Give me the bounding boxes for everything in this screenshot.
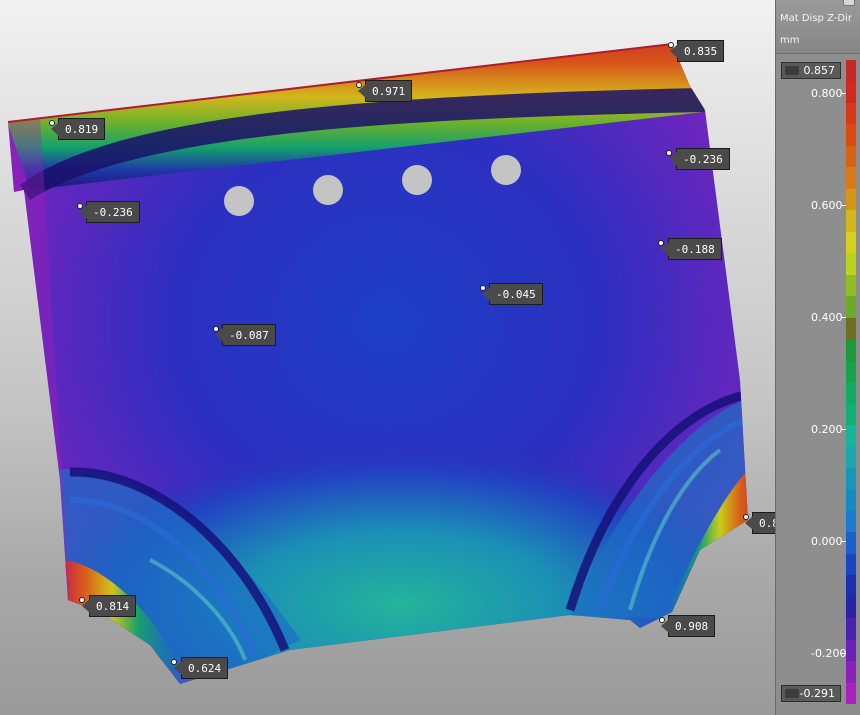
legend-color-swatch <box>846 682 856 705</box>
legend-color-swatch <box>846 403 856 425</box>
legend-header: Mat Disp Z-Dir mm <box>776 0 860 54</box>
legend-tick-mark <box>841 429 846 430</box>
probe-label[interactable]: 0.971 <box>357 80 413 102</box>
probe-label[interactable]: 0.819 <box>50 118 106 140</box>
legend-tick-mark <box>841 317 846 318</box>
legend-tick-label: 0.400 <box>811 311 843 324</box>
legend-color-swatch <box>846 446 856 468</box>
probe-label[interactable]: 0.814 <box>81 595 137 617</box>
legend-color-swatch <box>846 60 856 82</box>
legend-color-swatch <box>846 510 856 533</box>
legend-color-swatch <box>846 639 856 662</box>
hole-4 <box>491 155 521 185</box>
probe-label[interactable]: -0.087 <box>215 324 276 346</box>
probe-label[interactable]: 0.835 <box>669 40 725 62</box>
probe-label[interactable]: 0.908 <box>660 615 716 637</box>
model-viewport[interactable]: 0.835 0.971 0.819 -0.236 -0.236 -0.188 -… <box>0 0 800 715</box>
legend-color-swatch <box>846 339 856 361</box>
range-min-knob <box>785 689 799 698</box>
legend-color-swatch <box>846 145 856 168</box>
probe-label[interactable]: -0.236 <box>79 201 140 223</box>
legend-max-field[interactable]: 0.857 <box>781 62 841 79</box>
probe-label[interactable]: -0.236 <box>669 148 730 170</box>
legend-color-swatch <box>846 102 856 125</box>
legend-color-swatch <box>846 317 856 340</box>
range-max-knob <box>785 66 799 75</box>
hole-2 <box>313 175 343 205</box>
legend-color-swatch <box>846 596 856 619</box>
legend-color-swatch <box>846 253 856 275</box>
legend-unit: mm <box>780 35 800 46</box>
legend-drag-handle[interactable] <box>843 0 855 6</box>
legend-min-value: -0.291 <box>799 687 835 700</box>
legend-color-swatch <box>846 661 856 683</box>
legend-color-swatch <box>846 467 856 490</box>
legend-max-value: 0.857 <box>803 64 836 77</box>
legend-color-swatch <box>846 231 856 254</box>
legend-tick-mark <box>841 205 846 206</box>
legend-color-swatch <box>846 532 856 554</box>
legend-min-field[interactable]: -0.291 <box>781 685 841 702</box>
legend-tick-label: 0.600 <box>811 199 843 212</box>
legend-tick-mark <box>841 653 846 654</box>
legend-color-swatch <box>846 489 856 511</box>
legend-color-swatch <box>846 424 856 447</box>
legend-color-swatch <box>846 210 856 232</box>
legend-color-swatch <box>846 382 856 404</box>
probe-label[interactable]: 0.624 <box>173 657 229 679</box>
hole-1 <box>224 186 254 216</box>
legend-color-swatch <box>846 81 856 103</box>
legend-color-swatch <box>846 618 856 640</box>
legend-color-bar <box>846 60 856 705</box>
legend-tick-mark <box>841 93 846 94</box>
legend-tick-mark <box>841 541 846 542</box>
legend-color-swatch <box>846 553 856 576</box>
legend-color-swatch <box>846 274 856 297</box>
legend-title: Mat Disp Z-Dir <box>780 13 852 24</box>
probe-label[interactable]: -0.188 <box>661 238 722 260</box>
legend-color-swatch <box>846 296 856 318</box>
probe-label[interactable]: -0.045 <box>482 283 543 305</box>
legend-tick-label: 0.000 <box>811 535 843 548</box>
legend-color-swatch <box>846 188 856 211</box>
legend-color-swatch <box>846 167 856 189</box>
legend-color-swatch <box>846 575 856 597</box>
hole-3 <box>402 165 432 195</box>
legend-tick-label: 0.800 <box>811 87 843 100</box>
legend-color-swatch <box>846 124 856 146</box>
legend-tick-label: 0.200 <box>811 423 843 436</box>
legend-color-swatch <box>846 360 856 383</box>
